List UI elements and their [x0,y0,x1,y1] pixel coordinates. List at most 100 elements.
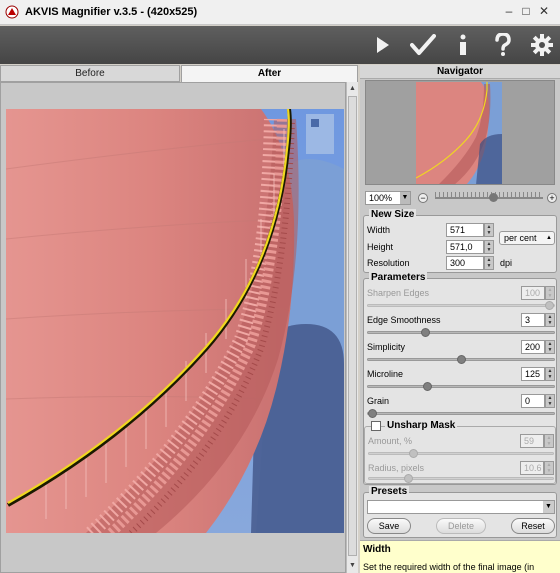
radius-slider [368,474,554,483]
edge-smoothness-label: Edge Smoothness [367,315,441,325]
amount-knob [409,449,418,458]
apply-button[interactable] [408,30,438,60]
resolution-unit: dpi [500,258,513,268]
simplicity-slider[interactable] [367,355,555,364]
settings-button[interactable] [527,30,557,60]
microline-knob[interactable] [423,382,432,391]
settings-gear-icon [531,34,553,56]
zoom-value: 100% [369,193,393,203]
amount-stepper: ▲ ▼ [544,434,554,448]
vertical-scrollbar[interactable]: ▲ ▼ [346,82,358,573]
help-title: Width [363,544,391,555]
amount-input: 59 [520,434,544,448]
resolution-label: Resolution [367,258,410,268]
presets-section: Presets ▼ Save Delete Reset [363,486,557,538]
unsharp-mask-checkbox[interactable] [371,421,381,431]
help-text: Set the required width of the final imag… [363,562,535,572]
edge-smoothness-knob[interactable] [421,328,430,337]
height-label: Height [367,242,394,252]
scroll-thumb[interactable] [348,96,357,556]
new-size-section: New Size Width 571 ▲ ▼ per cent ▲ Height … [363,209,557,273]
reset-preset-button[interactable]: Reset [511,518,555,534]
radius-stepper: ▲ ▼ [544,461,554,475]
unsharp-mask-section: Unsharp Mask Amount, % 59 ▲ ▼ Radius, pix… [364,420,556,484]
info-button[interactable] [448,30,478,60]
scroll-down-icon[interactable]: ▼ [347,560,358,571]
run-button[interactable] [368,30,398,60]
amount-label: Amount, % [368,436,413,446]
new-size-title: New Size [369,209,417,220]
unit-chevron-icon: ▲ [546,235,552,241]
presets-title: Presets [369,486,410,497]
image-canvas[interactable] [0,82,346,573]
minimize-icon[interactable]: – [502,4,516,18]
grain-knob[interactable] [368,409,377,418]
sharpen-edges-input: 100 [521,286,545,300]
apply-checkmark-icon [410,34,436,55]
size-unit-value: per cent [504,233,537,243]
parameters-section: Parameters Sharpen Edges 100 ▲ ▼ Edge Smo… [363,272,557,485]
microline-input[interactable]: 125 [521,367,545,381]
radius-label: Radius, pixels [368,463,425,473]
navigator-thumbnail [416,82,502,184]
help-button[interactable] [488,30,518,60]
toolbar [0,26,560,64]
info-icon [460,34,466,55]
help-box: Width Set the required width of the fina… [360,540,560,573]
parameters-title: Parameters [369,272,428,283]
sharpen-edges-label: Sharpen Edges [367,288,430,298]
view-tabs: Before After [0,65,358,82]
zoom-in-icon[interactable]: + [547,193,557,203]
zoom-slider-knob[interactable] [489,193,498,202]
width-label: Width [367,225,391,235]
edge-smoothness-slider[interactable] [367,328,555,337]
grain-label: Grain [367,396,390,406]
size-unit-select[interactable]: per cent ▲ [499,231,555,245]
radius-input: 10.6 [520,461,544,475]
sharpen-edges-knob [545,301,554,310]
resolution-stepper[interactable]: ▲ ▼ [484,256,494,270]
sharpen-edges-slider [367,301,555,310]
radius-knob [404,474,413,483]
grain-slider[interactable] [367,409,555,418]
title-bar: AKVIS Magnifier v.3.5 - (420x525) – □ ✕ [0,0,560,25]
width-stepper[interactable]: ▲ ▼ [484,223,494,237]
sharpen-edges-stepper: ▲ ▼ [545,286,555,300]
save-preset-button[interactable]: Save [367,518,411,534]
result-image [6,109,344,533]
help-icon [495,33,511,56]
width-input[interactable]: 571 [446,223,484,237]
presets-chevron-icon: ▼ [543,501,554,513]
edge-smoothness-stepper[interactable]: ▲ ▼ [545,313,555,327]
zoom-select[interactable]: 100% ▼ [365,191,411,205]
tab-before[interactable]: Before [0,65,180,82]
zoom-row: 100% ▼ − + [365,191,560,205]
window-title: AKVIS Magnifier v.3.5 - (420x525) [25,6,198,18]
edge-smoothness-input[interactable]: 3 [521,313,545,327]
microline-slider[interactable] [367,382,555,391]
microline-stepper[interactable]: ▲ ▼ [545,367,555,381]
unsharp-mask-title: Unsharp Mask [385,420,458,431]
zoom-out-icon[interactable]: − [418,193,428,203]
amount-slider [368,449,554,458]
simplicity-input[interactable]: 200 [521,340,545,354]
app-logo-icon [5,5,19,19]
grain-input[interactable]: 0 [521,394,545,408]
simplicity-label: Simplicity [367,342,406,352]
simplicity-stepper[interactable]: ▲ ▼ [545,340,555,354]
grain-stepper[interactable]: ▲ ▼ [545,394,555,408]
chevron-down-icon: ▼ [400,192,410,204]
simplicity-knob[interactable] [457,355,466,364]
height-stepper[interactable]: ▲ ▼ [484,240,494,254]
presets-select[interactable]: ▼ [367,500,555,514]
navigator-preview[interactable] [365,80,555,185]
settings-panel: Navigator 100% ▼ − + New Size Width 571 … [360,65,560,573]
close-icon[interactable]: ✕ [537,4,551,18]
resolution-input[interactable]: 300 [446,256,484,270]
delete-preset-button[interactable]: Delete [436,518,486,534]
height-input[interactable]: 571,0 [446,240,484,254]
microline-label: Microline [367,369,404,379]
scroll-up-icon[interactable]: ▲ [347,83,358,94]
tab-after[interactable]: After [181,65,358,82]
maximize-icon[interactable]: □ [519,4,533,18]
